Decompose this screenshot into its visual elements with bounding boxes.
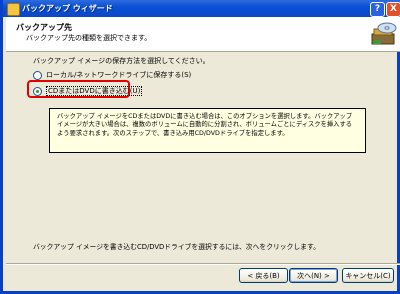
divider xyxy=(6,263,400,265)
title-bar[interactable]: バックアップ ウィザード ? X xyxy=(3,0,400,17)
wizard-window: バックアップ ウィザード ? X バックアップ先 バックアップ先の種類を選択でき… xyxy=(0,0,400,294)
header-title: バックアップ先 xyxy=(16,23,72,32)
info-box: バックアップ イメージをCDまたはDVDに書き込む場合は、このオプションを選択し… xyxy=(49,108,366,153)
help-button[interactable]: ? xyxy=(370,2,385,17)
prompt-label: バックアップ イメージの保存方法を選択してください。 xyxy=(33,57,210,65)
wizard-content: バックアップ イメージの保存方法を選択してください。 ローカル/ネットワークドラ… xyxy=(6,52,400,262)
cancel-button[interactable]: キャンセル(C) xyxy=(342,268,394,283)
radio-icon[interactable] xyxy=(33,70,42,80)
next-button[interactable]: 次へ(N) > xyxy=(289,268,338,283)
radio-cd-dvd[interactable]: CDまたはDVDに書き込む(U) xyxy=(33,85,143,97)
app-icon xyxy=(7,3,20,16)
header-subtitle: バックアップ先の種類を選択できます。 xyxy=(26,34,152,42)
footer-note: バックアップ イメージを書き込むCD/DVDドライブを選択するには、次へをクリッ… xyxy=(33,243,320,251)
radio-selected-icon[interactable] xyxy=(33,86,42,96)
close-button[interactable]: X xyxy=(386,2,400,17)
radio-label[interactable]: ローカル/ネットワークドライブに保存する(S) xyxy=(46,71,191,79)
back-button[interactable]: < 戻る(B) xyxy=(239,268,288,283)
wizard-header: バックアップ先 バックアップ先の種類を選択できます。 xyxy=(6,17,400,52)
window-title: バックアップ ウィザード xyxy=(22,4,113,13)
radio-label[interactable]: CDまたはDVDに書き込む(U) xyxy=(46,86,143,96)
backup-disc-icon xyxy=(371,22,397,45)
